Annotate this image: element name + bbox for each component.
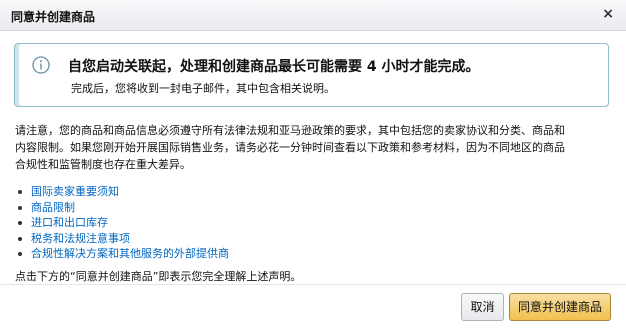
list-item: 进口和出口库存 [15,215,611,231]
list-item: 税务和法规注意事项 [15,231,611,247]
notice-line: 合规性和监管制度也存在重大差异。 [15,158,191,171]
list-item: 合规性解决方案和其他服务的外部提供商 [15,246,611,262]
list-item: 国际卖家重要须知 [15,184,611,200]
info-icon [32,56,50,74]
link-import-export-inventory[interactable]: 进口和出口库存 [31,216,108,229]
link-compliance-providers[interactable]: 合规性解决方案和其他服务的外部提供商 [31,247,229,260]
policy-notice: 请注意，您的商品和商品信息必须遵守所有法律法规和亚马逊政策的要求，其中包括您的卖… [15,122,611,173]
confirmation-statement: 点击下方的“同意并创建商品”即表示您完全理解上述声明。 [15,270,302,283]
info-title: 自您启动关联起，处理和创建商品最长可能需要 4 小时才能完成。 [68,59,480,75]
cancel-button[interactable]: 取消 [461,293,504,321]
notice-line: 请注意，您的商品和商品信息必须遵守所有法律法规和亚马逊政策的要求，其中包括您的卖… [15,124,565,137]
link-tax-regulatory[interactable]: 税务和法规注意事项 [31,232,130,245]
dialog-title: 同意并创建商品 [11,10,96,24]
close-icon[interactable]: × [602,6,614,22]
info-alert: 自您启动关联起，处理和创建商品最长可能需要 4 小时才能完成。 完成后，您将收到… [14,43,609,107]
agree-and-create-button[interactable]: 同意并创建商品 [509,293,611,321]
link-product-restrictions[interactable]: 商品限制 [31,201,75,214]
notice-line: 内容限制。如果您刚开始开展国际销售业务，请务必花一分钟时间查看以下政策和参考材料… [15,141,565,154]
footer-divider [0,284,626,285]
link-international-seller-notice[interactable]: 国际卖家重要须知 [31,185,119,198]
list-item: 商品限制 [15,200,611,216]
policy-links-list: 国际卖家重要须知 商品限制 进口和出口库存 税务和法规注意事项 合规性解决方案和… [15,184,611,262]
info-subtitle: 完成后，您将收到一封电子邮件，其中包含相关说明。 [71,82,335,95]
dialog-header: 同意并创建商品 × [0,0,626,31]
